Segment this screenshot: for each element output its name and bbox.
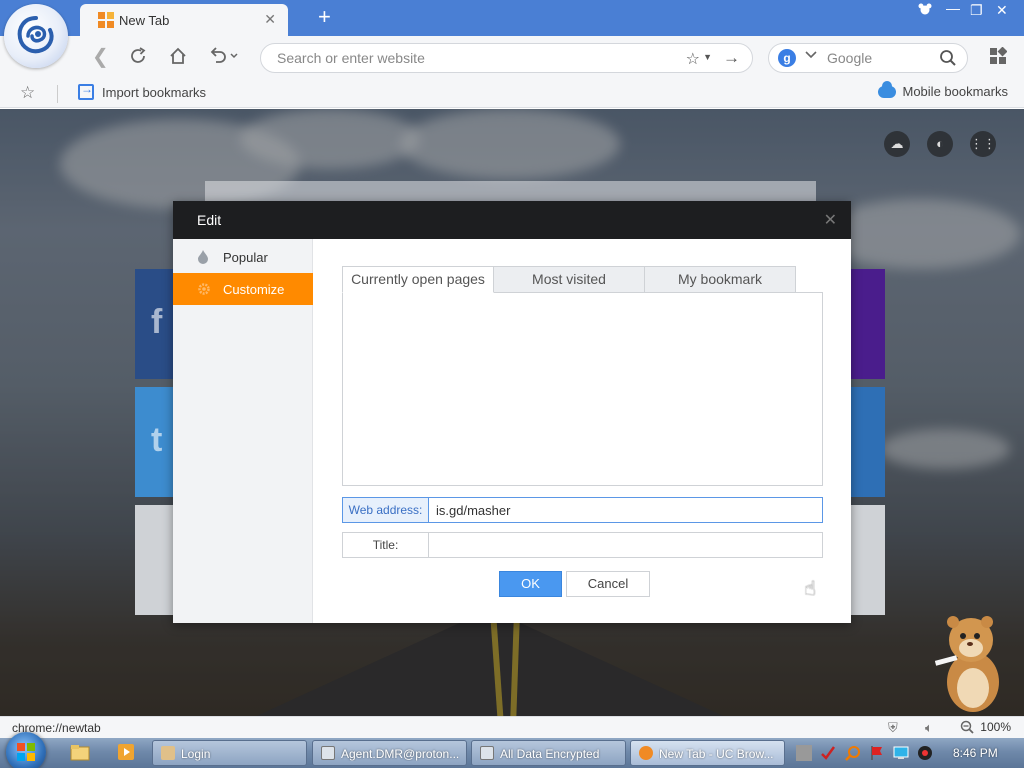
title-input[interactable] [436, 536, 816, 554]
theme-palette-icon[interactable]: ◐ [927, 131, 953, 157]
reload-icon[interactable] [128, 46, 148, 71]
shield-icon[interactable]: ⛨ [888, 720, 898, 736]
title-field[interactable]: Title: [342, 532, 823, 558]
bookmarks-star-icon[interactable]: ☆ [20, 83, 35, 103]
navigation-bar: ❮ ☆ ▼ → g [0, 36, 1024, 80]
tab-close-icon[interactable]: ✕ [264, 11, 276, 28]
window-icon [321, 746, 335, 760]
title-label: Title: [343, 533, 429, 557]
bookmarks-bar: ☆ Import bookmarks Mobile bookmarks [0, 80, 1024, 108]
cancel-button[interactable]: Cancel [566, 571, 650, 597]
tab-my-bookmark[interactable]: My bookmark [644, 266, 796, 293]
address-input[interactable] [277, 50, 667, 66]
speaker-icon[interactable]: 🔈︎ [925, 720, 933, 736]
dialog-header: Edit ✕ [173, 201, 851, 239]
taskbar-item-label: All Data Encrypted [500, 747, 600, 761]
dialog-title: Edit [197, 212, 222, 228]
windows-logo-icon [17, 743, 35, 761]
sidebar-item-label: Popular [223, 250, 268, 265]
search-icon[interactable] [939, 49, 957, 70]
back-arrow-icon[interactable]: ❮ [92, 46, 109, 68]
new-tab-button[interactable]: + [318, 4, 331, 30]
home-icon[interactable] [168, 46, 188, 71]
zoom-level[interactable]: 100% [980, 720, 1011, 734]
taskbar-item-login[interactable]: Login [152, 740, 307, 766]
hand-cursor-icon: ☝ [804, 578, 817, 600]
pages-list[interactable] [342, 292, 823, 486]
taskbar-item-label: Login [181, 747, 211, 761]
taskbar-item-uc-browser[interactable]: New Tab - UC Brow... [630, 740, 785, 766]
import-bookmarks-label: Import bookmarks [102, 84, 207, 100]
ok-button[interactable]: OK [499, 571, 562, 597]
import-bookmarks-button[interactable]: Import bookmarks [78, 82, 207, 100]
import-icon [78, 82, 94, 100]
search-engine-icon[interactable]: g [778, 49, 796, 67]
app-icon [161, 746, 175, 760]
tab-title: New Tab [119, 13, 170, 28]
web-address-label: Web address: [343, 498, 429, 522]
browser-tab[interactable]: New Tab ✕ [80, 4, 288, 36]
taskbar-item-label: New Tab - UC Brow... [659, 747, 774, 761]
close-window-button[interactable]: ✕ [996, 2, 1008, 19]
taskbar-item-email[interactable]: Agent.DMR@proton... [312, 740, 467, 766]
web-address-input[interactable] [436, 501, 816, 519]
restore-button[interactable]: ❐ [970, 2, 983, 19]
grid-menu-icon[interactable]: ⋮⋮ [970, 131, 996, 157]
taskbar-item-label: Agent.DMR@proton... [341, 747, 460, 761]
title-bar: New Tab ✕ + — ❐ ✕ [0, 0, 1024, 36]
dialog-sidebar: Popular Customize [173, 239, 313, 623]
tab-currently-open-pages[interactable]: Currently open pages [342, 266, 494, 293]
skin-icon[interactable] [918, 2, 932, 19]
tab-most-visited[interactable]: Most visited [493, 266, 645, 293]
window-icon [480, 746, 494, 760]
go-arrow-icon[interactable]: → [723, 48, 740, 68]
tray-search-icon[interactable] [845, 745, 861, 761]
clock: 8:46 PM [953, 746, 998, 760]
apps-grid-icon[interactable] [989, 46, 1008, 68]
cloud-sync-icon[interactable]: ☁ [884, 131, 910, 157]
sidebar-item-label: Customize [223, 282, 285, 297]
status-bar: chrome://newtab ⛨ 🔈︎ 100% [0, 716, 1024, 738]
divider [57, 85, 58, 103]
tray-record-icon[interactable] [917, 745, 933, 761]
bookmark-star-icon[interactable]: ☆ [686, 49, 700, 69]
search-input[interactable] [827, 50, 937, 66]
taskbar-item-encrypted[interactable]: All Data Encrypted [471, 740, 626, 766]
mobile-bookmarks-button[interactable]: Mobile bookmarks [877, 80, 1009, 99]
mobile-bookmarks-label: Mobile bookmarks [902, 84, 1009, 99]
undo-close-icon[interactable] [208, 46, 238, 71]
uc-browser-logo[interactable] [4, 4, 68, 68]
uc-grid-icon [98, 12, 114, 28]
start-button[interactable] [6, 732, 46, 768]
tray-flag-icon[interactable] [869, 745, 885, 761]
windows-taskbar: Login Agent.DMR@proton... All Data Encry… [0, 732, 1024, 768]
cloud-icon [877, 80, 896, 98]
flame-icon [197, 250, 209, 264]
edit-dialog: Edit ✕ Popular Customize Currently open … [173, 201, 851, 623]
explorer-icon[interactable] [70, 743, 92, 763]
minimize-button[interactable]: — [946, 0, 960, 16]
address-bar[interactable]: ☆ ▼ → [260, 43, 753, 73]
gear-icon [197, 282, 210, 296]
chevron-down-icon[interactable]: ▼ [703, 52, 712, 62]
sidebar-item-customize[interactable]: Customize [173, 273, 313, 305]
uc-browser-icon [639, 746, 653, 760]
engine-dropdown-icon[interactable] [805, 51, 817, 62]
search-box[interactable]: g [768, 43, 968, 73]
close-icon[interactable]: ✕ [824, 210, 837, 230]
media-player-icon[interactable] [117, 743, 139, 763]
tray-app-icon[interactable] [796, 745, 812, 761]
zoom-icon[interactable] [960, 720, 974, 737]
twitter-logo-icon: t [151, 421, 163, 459]
tray-network-icon[interactable] [893, 745, 909, 761]
sidebar-item-popular[interactable]: Popular [173, 241, 313, 273]
facebook-logo-icon: f [151, 303, 163, 341]
tray-check-icon[interactable] [820, 745, 836, 761]
web-address-field[interactable]: Web address: [342, 497, 823, 523]
hamster-mascot [934, 612, 1005, 716]
